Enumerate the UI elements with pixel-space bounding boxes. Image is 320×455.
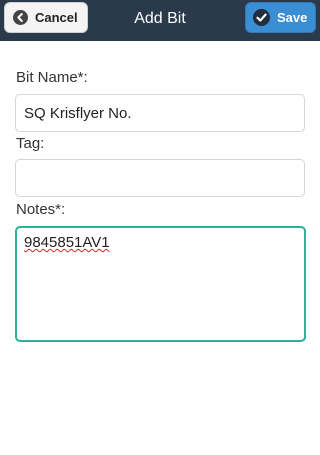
navbar: Add Bit Cancel Save (0, 0, 320, 41)
notes-label: Notes*: (16, 201, 66, 218)
bit-name-label: Bit Name*: (16, 69, 88, 86)
tag-input[interactable] (15, 159, 305, 197)
save-button[interactable]: Save (245, 2, 316, 33)
bit-name-input[interactable] (15, 94, 305, 132)
notes-textarea[interactable]: 9845851AV1 (15, 226, 306, 342)
check-icon (253, 9, 270, 26)
back-arrow-icon (13, 10, 28, 25)
cancel-button[interactable]: Cancel (4, 2, 88, 33)
cancel-button-label: Cancel (35, 10, 78, 25)
tag-label: Tag: (16, 135, 45, 152)
save-button-label: Save (277, 10, 308, 25)
notes-text: 9845851AV1 (24, 234, 110, 251)
